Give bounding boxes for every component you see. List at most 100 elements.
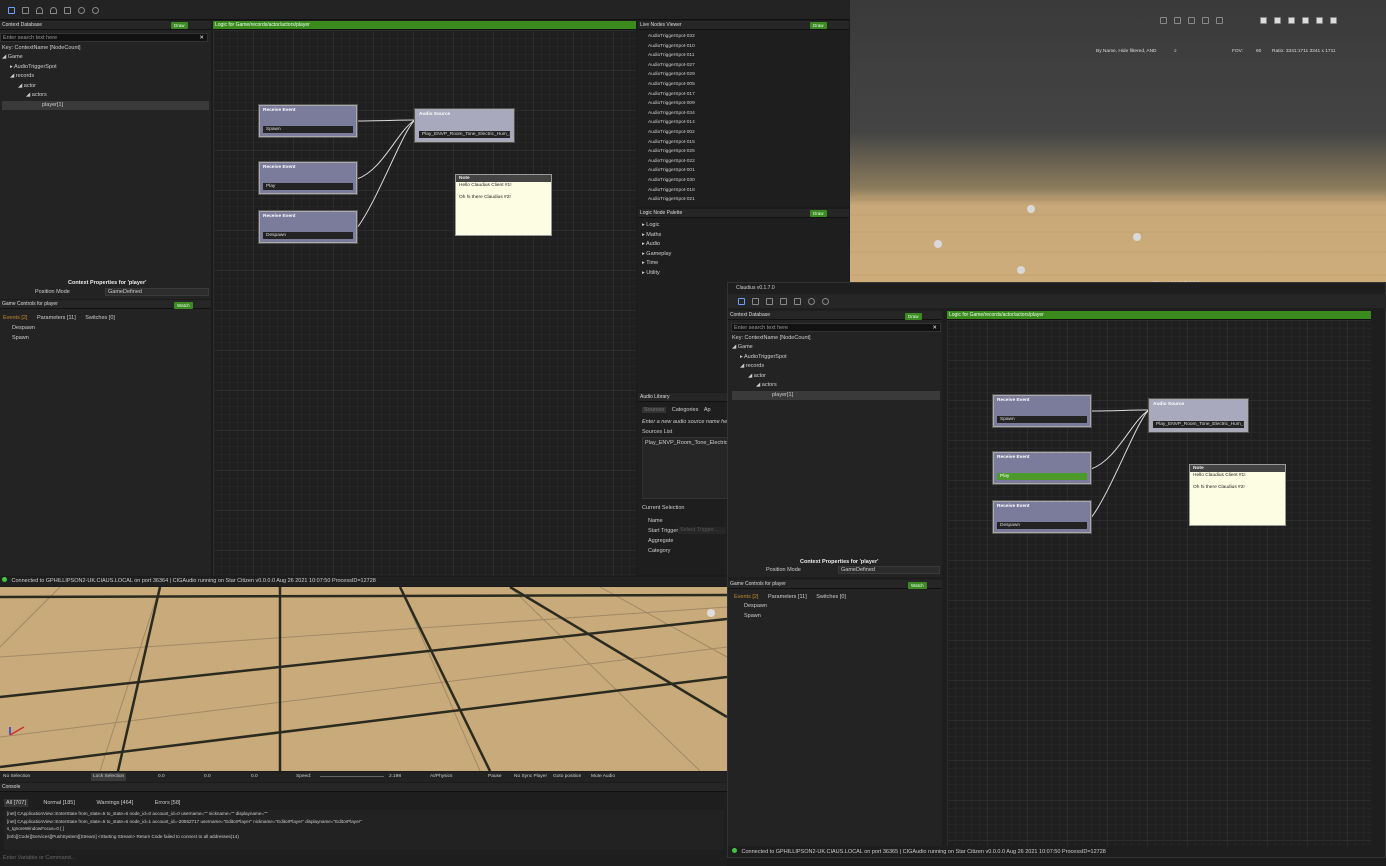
palette-item[interactable]: ▸ Audio (642, 240, 762, 250)
watch-button[interactable]: Watch (174, 302, 193, 309)
tab-errors[interactable]: Errors [58] (155, 800, 181, 806)
live-node-item[interactable]: AudioTriggerSpot-017 (648, 90, 843, 100)
viewport-tool-icon[interactable] (1288, 17, 1295, 24)
live-node-item[interactable]: AudioTriggerSpot-002 (648, 128, 843, 138)
node-field-active[interactable]: Play (997, 473, 1087, 480)
tab-ap[interactable]: Ap (704, 407, 711, 413)
live-node-item[interactable]: AudioTriggerSpot-029 (648, 70, 843, 80)
receive-event-node[interactable]: Receive Event Play (993, 452, 1091, 484)
viewport-tool-icon[interactable] (1174, 17, 1181, 24)
tab-switches[interactable]: Switches [0] (816, 594, 846, 600)
close-icon[interactable]: ✕ (932, 324, 937, 332)
tree-item-selected[interactable]: player[1] (2, 100, 209, 110)
audio-source-node[interactable]: Audio Source Play_ENVP_Room_Tone_Electri… (415, 109, 514, 142)
tree-item[interactable]: ◢ actors (732, 381, 940, 391)
node-field[interactable]: Despawn (263, 232, 353, 239)
logic-canvas[interactable]: Receive Event Spawn Receive Event Play R… (213, 30, 636, 576)
trigger-select[interactable]: Select Trigger... (678, 527, 726, 534)
receive-event-node[interactable]: Receive Event Spawn (993, 395, 1091, 427)
y-value[interactable]: 0.0 (204, 772, 211, 782)
live-node-item[interactable]: AudioTriggerSpot-001 (648, 166, 843, 176)
list-item[interactable]: Spawn (734, 612, 939, 622)
speed-value[interactable]: 2.198 (389, 772, 401, 782)
palette-item[interactable]: ▸ Logic (642, 221, 762, 231)
open-folder-icon[interactable] (64, 7, 71, 14)
search-icon[interactable]: ⌕ (1174, 48, 1177, 54)
draw-button[interactable]: Draw (905, 313, 922, 320)
palette-item[interactable]: ▸ Maths (642, 231, 762, 241)
viewport-tool-icon[interactable] (1260, 17, 1267, 24)
record-icon[interactable] (808, 298, 815, 305)
palette-item[interactable]: ▸ Gameplay (642, 250, 762, 260)
node-field[interactable]: Play_ENVP_Room_Tone_Electric_Hum_Ma (1153, 421, 1244, 428)
tree-item[interactable]: ◢ actor (2, 82, 209, 92)
live-node-item[interactable]: AudioTriggerSpot-027 (648, 61, 843, 71)
tree-item[interactable]: ◢ Game (2, 53, 209, 63)
undo-icon[interactable] (766, 298, 773, 305)
tree-item[interactable]: ◢ Game (732, 343, 940, 353)
draw-button[interactable]: Draw (171, 22, 188, 29)
z-value[interactable]: 0.0 (251, 772, 258, 782)
settings-icon[interactable] (92, 7, 99, 14)
redo-icon[interactable] (780, 298, 787, 305)
lock-selection-button[interactable]: Lock Selection (91, 773, 127, 781)
search-input[interactable]: Enter search text here ✕ (0, 33, 208, 42)
tab-all[interactable]: All [707] (4, 799, 28, 807)
node-field[interactable]: Spawn (263, 126, 353, 133)
watch-button[interactable]: Watch (908, 582, 927, 589)
live-node-item[interactable]: AudioTriggerSpot-014 (648, 118, 843, 128)
open-folder-icon[interactable] (794, 298, 801, 305)
position-mode-select[interactable]: GameDefined (105, 288, 209, 296)
live-node-item[interactable]: AudioTriggerSpot-005 (648, 80, 843, 90)
position-mode-select[interactable]: GameDefined (838, 566, 940, 574)
save-icon[interactable] (8, 7, 15, 14)
viewport-tool-icon[interactable] (1302, 17, 1309, 24)
pause-button[interactable]: Pause (488, 772, 502, 782)
live-node-item[interactable]: AudioTriggerSpot-011 (648, 51, 843, 61)
tab-events[interactable]: Events [2] (734, 594, 758, 600)
record-icon[interactable] (78, 7, 85, 14)
viewport-bottom-left[interactable] (0, 587, 727, 771)
draw-button[interactable]: Draw (810, 210, 827, 217)
tree-item-selected[interactable]: player[1] (732, 390, 940, 400)
viewport-tool-icon[interactable] (1316, 17, 1323, 24)
save-as-icon[interactable] (22, 7, 29, 14)
receive-event-node[interactable]: Receive Event Play (259, 162, 357, 194)
redo-icon[interactable] (50, 7, 57, 14)
list-item[interactable]: Despawn (2, 324, 207, 334)
tree-item[interactable]: ◢ actor (732, 372, 940, 382)
live-node-item[interactable]: AudioTriggerSpot-009 (648, 99, 843, 109)
viewport-tool-icon[interactable] (1274, 17, 1281, 24)
tab-normal[interactable]: Normal [185] (43, 800, 75, 806)
console-input[interactable]: Enter Variable or Command... (3, 855, 75, 861)
speed-slider[interactable] (320, 776, 384, 777)
node-field[interactable]: Spawn (997, 416, 1087, 423)
live-node-item[interactable]: AudioTriggerSpot-025 (648, 147, 843, 157)
tab-warnings[interactable]: Warnings [464] (96, 800, 133, 806)
note-node[interactable]: Note Hello Claudius Client #1! Oh hi the… (455, 174, 552, 236)
tree-item[interactable]: ◢ records (2, 72, 209, 82)
draw-button[interactable]: Draw (810, 22, 827, 29)
live-node-item[interactable]: AudioTriggerSpot-022 (648, 157, 843, 167)
fov-value[interactable]: 60 (1256, 49, 1261, 54)
close-icon[interactable]: ✕ (199, 34, 204, 42)
search-input[interactable]: Enter search text here ✕ (731, 323, 941, 332)
x-value[interactable]: 0.0 (158, 772, 165, 782)
live-node-item[interactable]: AudioTriggerSpot-010 (648, 42, 843, 52)
filter-search-text[interactable]: By Name, Hide filtered, AND (1096, 49, 1157, 54)
tab-parameters[interactable]: Parameters [11] (37, 315, 76, 321)
receive-event-node[interactable]: Receive Event Spawn (259, 105, 357, 137)
save-as-icon[interactable] (752, 298, 759, 305)
live-node-item[interactable]: AudioTriggerSpot-015 (648, 138, 843, 148)
tree-item[interactable]: ◢ records (732, 362, 940, 372)
live-node-item[interactable]: AudioTriggerSpot-030 (648, 176, 843, 186)
palette-item[interactable]: ▸ Time (642, 259, 762, 269)
tab-parameters[interactable]: Parameters [11] (768, 594, 807, 600)
tab-events[interactable]: Events [2] (3, 315, 27, 321)
list-item[interactable]: Despawn (734, 602, 939, 612)
node-field[interactable]: Despawn (997, 522, 1087, 529)
palette-item[interactable]: ▸ Utility (642, 269, 762, 279)
logic-canvas[interactable]: Receive Event Spawn Receive Event Play R… (947, 320, 1371, 846)
tree-item[interactable]: ▸ AudioTriggerSpot (732, 353, 940, 363)
receive-event-node[interactable]: Receive Event Despawn (993, 501, 1091, 533)
